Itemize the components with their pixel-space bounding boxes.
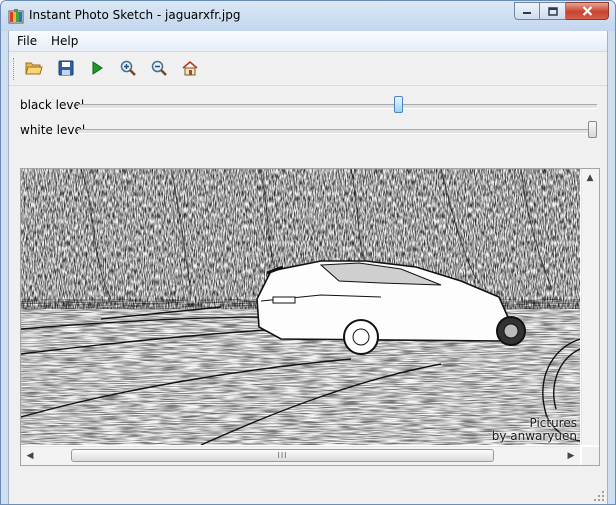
- black-level-row: black level: [9, 95, 607, 117]
- zoom-in-button[interactable]: [118, 58, 138, 78]
- scrollbar-corner: [582, 447, 599, 465]
- play-icon: [92, 61, 103, 75]
- black-level-label: black level: [20, 98, 85, 112]
- minimize-icon: [523, 12, 531, 14]
- zoom-out-button[interactable]: [149, 58, 169, 78]
- maximize-button[interactable]: [540, 2, 566, 20]
- maximize-icon: [547, 6, 558, 16]
- black-level-thumb[interactable]: [394, 96, 404, 113]
- status-bar: [9, 482, 607, 504]
- save-icon: [58, 60, 74, 76]
- window-controls: [514, 2, 609, 21]
- scroll-up-arrow-icon[interactable]: ▲: [582, 170, 598, 186]
- app-window: Instant Photo Sketch - jaguarxfr.jpg Fil…: [0, 0, 616, 505]
- scroll-grip: III: [277, 451, 288, 460]
- zoom-in-icon: [120, 60, 136, 76]
- menu-file[interactable]: File: [17, 34, 37, 48]
- app-icon: [8, 9, 24, 24]
- close-icon: [582, 6, 592, 16]
- menu-bar: File Help: [9, 31, 607, 52]
- menu-help[interactable]: Help: [51, 34, 78, 48]
- watermark-line-2: by anwaryuen: [491, 429, 577, 443]
- client-area: File Help black level white level Pictur…: [8, 31, 608, 504]
- home-icon: [182, 60, 198, 76]
- sketch-image: [21, 169, 580, 445]
- image-viewport[interactable]: Pictures by anwaryuen ▲ ◀ III ▶: [20, 168, 600, 466]
- open-button[interactable]: [24, 58, 44, 78]
- scroll-left-arrow-icon[interactable]: ◀: [22, 448, 38, 464]
- horizontal-scrollbar[interactable]: ◀ III ▶: [21, 446, 580, 465]
- minimize-button[interactable]: [514, 2, 540, 20]
- close-button[interactable]: [566, 2, 609, 20]
- horizontal-scroll-thumb[interactable]: III: [71, 449, 494, 462]
- image-watermark: Pictures by anwaryuen: [492, 417, 577, 443]
- window-title: Instant Photo Sketch - jaguarxfr.jpg: [29, 8, 241, 22]
- white-level-row: white level: [9, 120, 607, 142]
- zoom-out-icon: [151, 60, 167, 76]
- toolbar: [9, 52, 607, 86]
- white-level-thumb[interactable]: [588, 121, 597, 138]
- toolbar-grip[interactable]: [13, 58, 16, 80]
- save-button[interactable]: [56, 58, 76, 78]
- run-button[interactable]: [87, 58, 107, 78]
- open-folder-icon: [25, 62, 43, 75]
- white-level-track[interactable]: [78, 129, 597, 134]
- white-level-label: white level: [20, 123, 86, 137]
- black-level-track[interactable]: [78, 104, 597, 109]
- home-button[interactable]: [180, 58, 200, 78]
- vertical-scrollbar[interactable]: ▲: [581, 169, 599, 445]
- size-grip-icon[interactable]: [593, 490, 605, 502]
- title-bar[interactable]: Instant Photo Sketch - jaguarxfr.jpg: [1, 1, 615, 31]
- scroll-right-arrow-icon[interactable]: ▶: [563, 448, 579, 464]
